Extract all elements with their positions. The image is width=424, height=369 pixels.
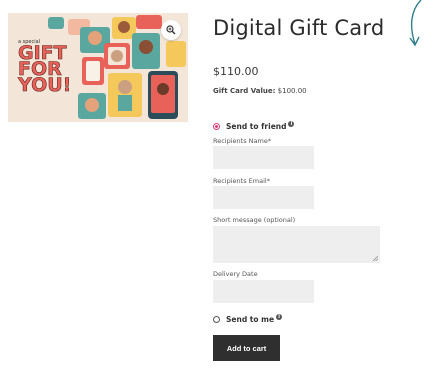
send-to-friend-option[interactable]: Send to friend i xyxy=(213,120,295,131)
send-to-friend-radio[interactable] xyxy=(213,123,220,130)
delivery-date-label: Delivery Date xyxy=(213,270,258,278)
zoom-icon xyxy=(166,25,176,35)
gift-line-3: YOU! xyxy=(18,74,72,96)
gift-card-value-label: Gift Card Value: xyxy=(213,87,276,95)
send-to-me-label[interactable]: Send to me xyxy=(226,315,274,324)
send-to-me-option[interactable]: Send to me i xyxy=(213,313,283,324)
send-to-friend-label[interactable]: Send to friend xyxy=(226,122,286,131)
short-message-label: Short message (optional) xyxy=(213,216,296,224)
delivery-date-input[interactable] xyxy=(213,280,314,303)
send-to-me-radio[interactable] xyxy=(213,316,220,323)
product-title: Digital Gift Card xyxy=(213,16,385,40)
gift-card-value-amount: $100.00 xyxy=(277,87,307,95)
recipients-email-label: Recipients Email* xyxy=(213,177,270,185)
resize-grip-icon[interactable] xyxy=(373,256,378,261)
gift-headline: a special GIFT FOR YOU! xyxy=(18,39,72,96)
add-to-cart-button[interactable]: Add to cart xyxy=(213,335,280,361)
zoom-button[interactable] xyxy=(161,20,181,40)
recipients-name-label: Recipients Name* xyxy=(213,137,272,145)
curved-arrow-icon xyxy=(409,0,422,47)
recipients-email-input[interactable] xyxy=(213,186,314,209)
recipients-name-input[interactable] xyxy=(213,146,314,169)
short-message-textarea[interactable] xyxy=(213,226,380,263)
product-price: $110.00 xyxy=(213,65,259,78)
gift-card-value: Gift Card Value: $100.00 xyxy=(213,87,307,95)
info-icon[interactable]: i xyxy=(288,120,295,127)
info-icon[interactable]: i xyxy=(276,313,283,320)
